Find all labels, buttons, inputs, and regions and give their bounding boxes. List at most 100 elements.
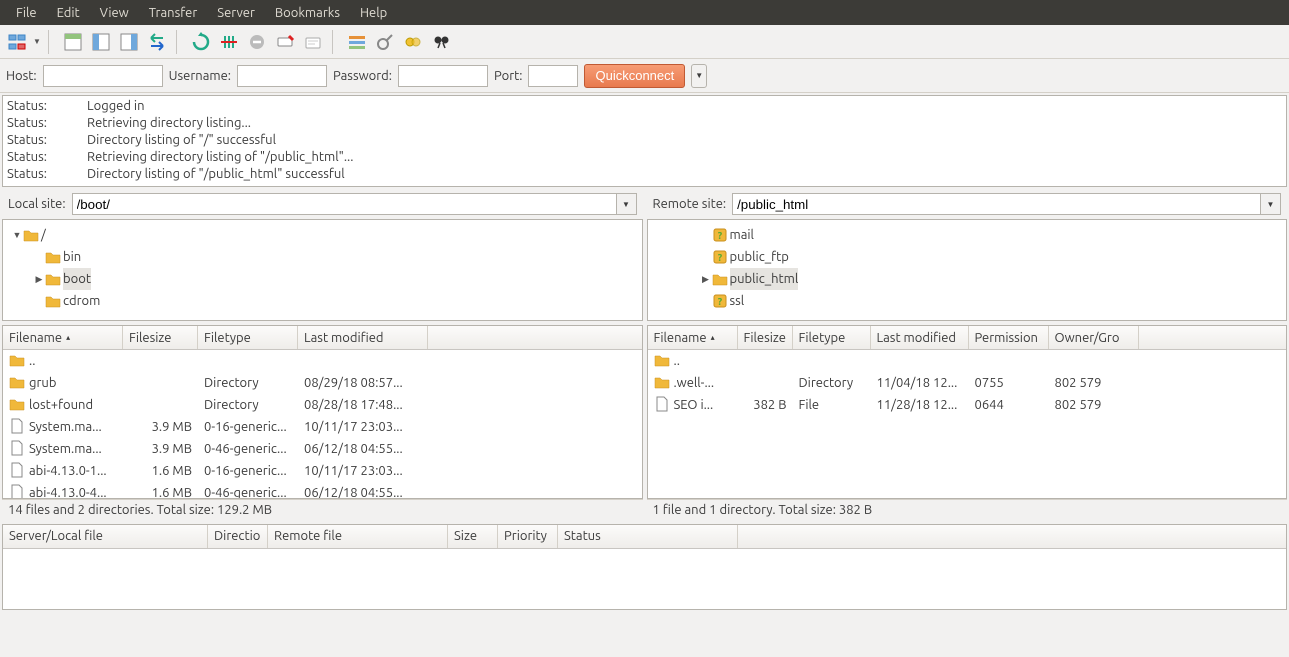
- column-header[interactable]: Directio: [208, 525, 268, 548]
- file-row[interactable]: .well-...Directory11/04/18 12...0755802 …: [648, 372, 1287, 394]
- folder-icon: [23, 227, 41, 243]
- tree-node[interactable]: ▶boot: [3, 268, 642, 290]
- remote-path-input[interactable]: [732, 193, 1261, 215]
- search-button[interactable]: [428, 29, 454, 55]
- remote-panel: Remote site: ▼ mailpublic_ftp▶public_htm…: [647, 189, 1288, 520]
- quickconnect-button[interactable]: Quickconnect: [584, 64, 685, 88]
- remote-filelist-body[interactable]: ...well-...Directory11/04/18 12...075580…: [648, 350, 1287, 498]
- queue-body[interactable]: [3, 549, 1286, 609]
- quickconnect-dropdown[interactable]: ▼: [691, 64, 707, 88]
- column-header[interactable]: Filename ▴: [3, 326, 123, 349]
- quickconnect-bar: Host: Username: Password: Port: Quickcon…: [0, 59, 1289, 93]
- file-icon: [9, 418, 25, 437]
- menu-edit[interactable]: Edit: [47, 2, 90, 24]
- disconnect-button[interactable]: [272, 29, 298, 55]
- menubar: FileEditViewTransferServerBookmarksHelp: [0, 0, 1289, 25]
- port-input[interactable]: [528, 65, 578, 87]
- process-queue-button[interactable]: [216, 29, 242, 55]
- host-label: Host:: [6, 69, 37, 83]
- local-filelist: Filename ▴FilesizeFiletypeLast modified …: [2, 325, 643, 499]
- column-header[interactable]: Filetype: [793, 326, 871, 349]
- local-status: 14 files and 2 directories. Total size: …: [2, 499, 643, 520]
- host-input[interactable]: [43, 65, 163, 87]
- separator: [176, 30, 182, 54]
- filter-button[interactable]: [344, 29, 370, 55]
- file-row[interactable]: ..: [3, 350, 642, 372]
- folder-icon: [45, 271, 63, 287]
- file-row[interactable]: System.ma...3.9 MB0-46-generic...06/12/1…: [3, 438, 642, 460]
- tree-node[interactable]: public_ftp: [648, 246, 1287, 268]
- toggle-log-button[interactable]: [60, 29, 86, 55]
- column-header[interactable]: Filesize: [123, 326, 198, 349]
- menu-file[interactable]: File: [6, 2, 47, 24]
- column-header[interactable]: Last modified: [298, 326, 428, 349]
- column-header[interactable]: Filename ▴: [648, 326, 738, 349]
- toggle-queue-button[interactable]: [144, 29, 170, 55]
- port-label: Port:: [494, 69, 522, 83]
- menu-view[interactable]: View: [90, 2, 139, 24]
- column-header[interactable]: Filesize: [738, 326, 793, 349]
- column-header[interactable]: Status: [558, 525, 738, 548]
- tree-node[interactable]: ssl: [648, 290, 1287, 312]
- sync-browse-button[interactable]: [400, 29, 426, 55]
- menu-help[interactable]: Help: [350, 2, 397, 24]
- folder-icon: [9, 396, 25, 415]
- reconnect-button[interactable]: [300, 29, 326, 55]
- site-manager-dropdown[interactable]: ▼: [32, 37, 42, 46]
- tree-node[interactable]: bin: [3, 246, 642, 268]
- toggle-remote-tree-button[interactable]: [116, 29, 142, 55]
- file-icon: [9, 440, 25, 459]
- tree-node[interactable]: ▼/: [3, 224, 642, 246]
- file-row[interactable]: lost+foundDirectory08/28/18 17:48...: [3, 394, 642, 416]
- tree-node[interactable]: ▶public_html: [648, 268, 1287, 290]
- tree-node[interactable]: mail: [648, 224, 1287, 246]
- column-header[interactable]: Permission: [969, 326, 1049, 349]
- remote-path-dropdown[interactable]: ▼: [1261, 193, 1281, 215]
- status-row: Status:Directory listing of "/" successf…: [7, 132, 1282, 149]
- file-row[interactable]: SEO i...382 BFile11/28/18 12...0644802 5…: [648, 394, 1287, 416]
- refresh-button[interactable]: [188, 29, 214, 55]
- menu-bookmarks[interactable]: Bookmarks: [265, 2, 350, 24]
- remote-tree[interactable]: mailpublic_ftp▶public_htmlssl: [647, 219, 1288, 321]
- local-path-dropdown[interactable]: ▼: [617, 193, 637, 215]
- separator: [332, 30, 338, 54]
- column-header[interactable]: Priority: [498, 525, 558, 548]
- local-tree[interactable]: ▼/bin▶bootcdrom: [2, 219, 643, 321]
- separator: [48, 30, 54, 54]
- cancel-button[interactable]: [244, 29, 270, 55]
- tree-node[interactable]: cdrom: [3, 290, 642, 312]
- file-row[interactable]: ..: [648, 350, 1287, 372]
- column-header[interactable]: Filetype: [198, 326, 298, 349]
- local-filelist-body[interactable]: ..grubDirectory08/29/18 08:57...lost+fou…: [3, 350, 642, 498]
- local-path-input[interactable]: [72, 193, 617, 215]
- folder-icon: [45, 249, 63, 265]
- toggle-local-tree-button[interactable]: [88, 29, 114, 55]
- site-manager-button[interactable]: [4, 29, 30, 55]
- column-header[interactable]: Owner/Gro: [1049, 326, 1139, 349]
- file-icon: [654, 396, 670, 415]
- column-header[interactable]: Server/Local file: [3, 525, 208, 548]
- local-panel: Local site: ▼ ▼/bin▶bootcdrom Filename ▴…: [2, 189, 643, 520]
- file-row[interactable]: System.ma...3.9 MB0-16-generic...10/11/1…: [3, 416, 642, 438]
- file-row[interactable]: abi-4.13.0-1...1.6 MB0-16-generic...10/1…: [3, 460, 642, 482]
- compare-button[interactable]: [372, 29, 398, 55]
- username-input[interactable]: [237, 65, 327, 87]
- file-row[interactable]: abi-4.13.0-4...1.6 MB0-46-generic...06/1…: [3, 482, 642, 498]
- menu-server[interactable]: Server: [207, 2, 265, 24]
- folder-icon: [9, 352, 25, 371]
- column-header[interactable]: Remote file: [268, 525, 448, 548]
- password-input[interactable]: [398, 65, 488, 87]
- remote-status: 1 file and 1 directory. Total size: 382 …: [647, 499, 1288, 520]
- username-label: Username:: [169, 69, 231, 83]
- status-row: Status:Retrieving directory listing of "…: [7, 149, 1282, 166]
- column-header[interactable]: Size: [448, 525, 498, 548]
- column-header[interactable]: Last modified: [871, 326, 969, 349]
- status-row: Status:Directory listing of "/public_htm…: [7, 166, 1282, 183]
- file-row[interactable]: grubDirectory08/29/18 08:57...: [3, 372, 642, 394]
- unknown-icon: [712, 249, 730, 265]
- remote-filelist-header: Filename ▴FilesizeFiletypeLast modifiedP…: [648, 326, 1287, 350]
- file-icon: [9, 484, 25, 499]
- menu-transfer[interactable]: Transfer: [139, 2, 208, 24]
- status-log[interactable]: Status:Logged inStatus:Retrieving direct…: [2, 95, 1287, 187]
- file-icon: [9, 462, 25, 481]
